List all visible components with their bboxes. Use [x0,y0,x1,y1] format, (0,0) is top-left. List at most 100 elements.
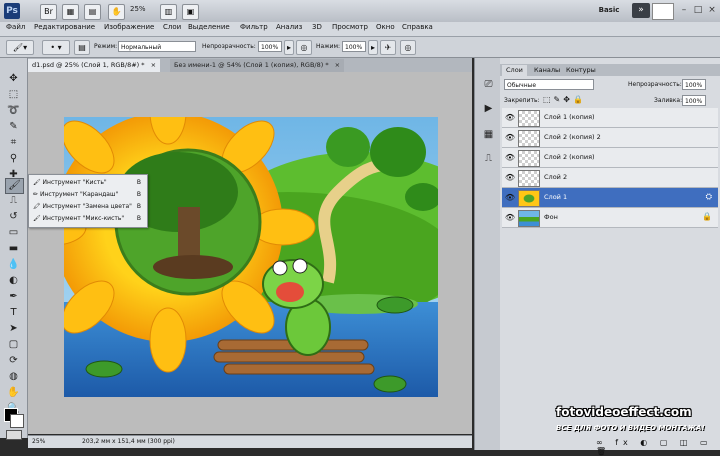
workspace-switcher[interactable]: Basic [592,3,626,18]
mini-bridge-icon[interactable]: ▦ [62,4,79,20]
menu-window[interactable]: Окно [376,23,395,31]
menu-image[interactable]: Изображение [104,23,154,31]
tab-layers[interactable]: Слои [502,65,527,76]
document-image[interactable] [28,72,472,434]
layer-row[interactable]: 👁 Фон 🔒 [502,208,718,228]
zoom-menu[interactable]: 25% [130,5,146,13]
eyedropper-tool-icon[interactable]: ⚲ [5,152,22,166]
menu-3d[interactable]: 3D [312,23,322,31]
eye-icon[interactable]: 👁 [504,212,516,223]
flyout-item-pencil[interactable]: ✏ Инструмент "Карандаш" B [33,189,145,201]
pen-tool-icon[interactable]: ✒ [5,290,22,304]
flyout-item-brush[interactable]: 🖌 Инструмент "Кисть" B [33,177,145,189]
close-icon[interactable]: × [335,61,340,69]
mixer-brush-icon: 🖌 [33,215,43,222]
brush-panel-icon[interactable]: ▤ [74,40,90,55]
shortcut-key: B [136,203,141,210]
tab-paths[interactable]: Контуры [562,65,600,76]
close-button[interactable]: × [706,3,718,17]
airbrush-icon[interactable]: ✈ [380,40,396,55]
fill-input[interactable]: 100% [682,95,706,106]
3d-orbit-tool-icon[interactable]: ◍ [5,370,22,384]
eye-icon[interactable]: 👁 [504,192,516,203]
eye-icon[interactable]: 👁 [504,132,516,143]
lasso-tool-icon[interactable]: ➰ [5,104,22,118]
search-field[interactable] [652,3,674,20]
blend-mode-select[interactable]: Обычные [504,79,594,90]
flyout-item-mixer-brush[interactable]: 🖌 Инструмент "Микс-кисть" B [33,213,145,225]
bridge-icon[interactable]: Br [40,4,57,20]
opacity-slider-icon[interactable]: ▸ [284,40,294,55]
hand-icon[interactable]: ✋ [108,4,125,20]
flow-label: Нажим: [316,43,341,50]
brush-tool-icon[interactable]: 🖌 [5,178,24,194]
collapsed-panels: ⎚ ▶ ▦ ⎍ [474,58,500,450]
marquee-tool-icon[interactable]: ⬚ [5,88,22,102]
layer-row[interactable]: 👁 Слой 2 (копия) 2 [502,128,718,148]
quick-mask-icon[interactable] [6,430,22,440]
eye-icon[interactable]: 👁 [504,112,516,123]
path-select-tool-icon[interactable]: ➤ [5,322,22,336]
menu-help[interactable]: Справка [402,23,433,31]
pressure-size-icon[interactable]: ◎ [400,40,416,55]
move-tool-icon[interactable]: ✥ [5,72,22,86]
history-panel-icon[interactable]: ⎚ [480,78,497,92]
lock-icons[interactable]: ⬚✎✥🔒 [543,95,586,104]
layer-row[interactable]: 👁 Слой 2 [502,168,718,188]
menu-view[interactable]: Просмотр [332,23,368,31]
layer-row[interactable]: 👁 Слой 1 (копия) [502,108,718,128]
arrange-documents-icon[interactable]: ▥ [160,4,177,20]
eraser-tool-icon[interactable]: ▭ [5,226,22,240]
flow-slider-icon[interactable]: ▸ [368,40,378,55]
layer-opacity-input[interactable]: 100% [682,79,706,90]
flyout-item-color-replacement[interactable]: 🖍 Инструмент "Замена цвета" B [33,201,145,213]
opacity-input[interactable]: 100% [258,41,282,52]
layer-row-selected[interactable]: 👁 Слой 1 ⛭ [502,188,718,208]
more-workspaces-icon[interactable]: » [632,3,650,18]
menu-filter[interactable]: Фильтр [240,23,268,31]
maximize-button[interactable]: □ [692,3,704,17]
eye-icon[interactable]: 👁 [504,172,516,183]
minimize-button[interactable]: – [678,3,690,17]
layers-panel-tabs: Слои Каналы Контуры [500,64,720,76]
quick-select-tool-icon[interactable]: ✎ [5,120,22,134]
menu-select[interactable]: Выделение [188,23,230,31]
layer-row[interactable]: 👁 Слой 2 (копия) [502,148,718,168]
extras-icon[interactable]: ▤ [84,4,101,20]
blur-tool-icon[interactable]: 💧 [5,258,22,272]
tab-document-2[interactable]: Без имени-1 @ 54% (Слой 1 (копия), RGB/8… [170,59,345,72]
menu-layers[interactable]: Слои [163,23,181,31]
tab-channels[interactable]: Каналы [530,65,564,76]
canvas-area[interactable] [28,72,472,434]
menu-analysis[interactable]: Анализ [276,23,302,31]
crop-tool-icon[interactable]: ⌗ [5,136,22,150]
layer-name: Слой 2 (копия) [544,153,595,161]
shape-tool-icon[interactable]: ▢ [5,338,22,352]
actions-panel-icon[interactable]: ▶ [480,102,497,116]
zoom-readout[interactable]: 25% [32,438,45,445]
dodge-tool-icon[interactable]: ◐ [5,274,22,288]
close-icon[interactable]: × [151,61,156,69]
background-color-swatch[interactable] [10,414,24,428]
menu-bar: Файл Редактирование Изображение Слои Выд… [0,22,720,37]
brush-presets-panel-icon[interactable]: ▦ [480,128,497,142]
history-brush-tool-icon[interactable]: ↺ [5,210,22,224]
clone-stamp-tool-icon[interactable]: ⎍ [5,194,22,208]
tool-preset-picker[interactable]: 🖌▾ [6,40,34,55]
menu-edit[interactable]: Редактирование [34,23,95,31]
type-tool-icon[interactable]: T [5,306,22,320]
brush-preset-picker[interactable]: • ▾ [42,40,70,55]
flow-input[interactable]: 100% [342,41,366,52]
shortcut-key: B [136,179,141,186]
menu-file[interactable]: Файл [6,23,25,31]
pressure-opacity-icon[interactable]: ◎ [296,40,312,55]
eye-icon[interactable]: 👁 [504,152,516,163]
clone-source-panel-icon[interactable]: ⎍ [480,152,497,166]
layers-panel-footer-icons[interactable]: ∞ fx ◐ ▢ ◫ ▭ 🗑 [596,438,720,456]
hand-tool-icon[interactable]: ✋ [5,386,22,400]
gradient-tool-icon[interactable]: ▬ [5,242,22,256]
mode-select[interactable]: Нормальный [118,41,196,52]
3d-rotate-tool-icon[interactable]: ⟳ [5,354,22,368]
tab-document-1[interactable]: d1.psd @ 25% (Слой 1, RGB/8#) * × [28,59,161,72]
screen-mode-icon[interactable]: ▣ [182,4,199,20]
